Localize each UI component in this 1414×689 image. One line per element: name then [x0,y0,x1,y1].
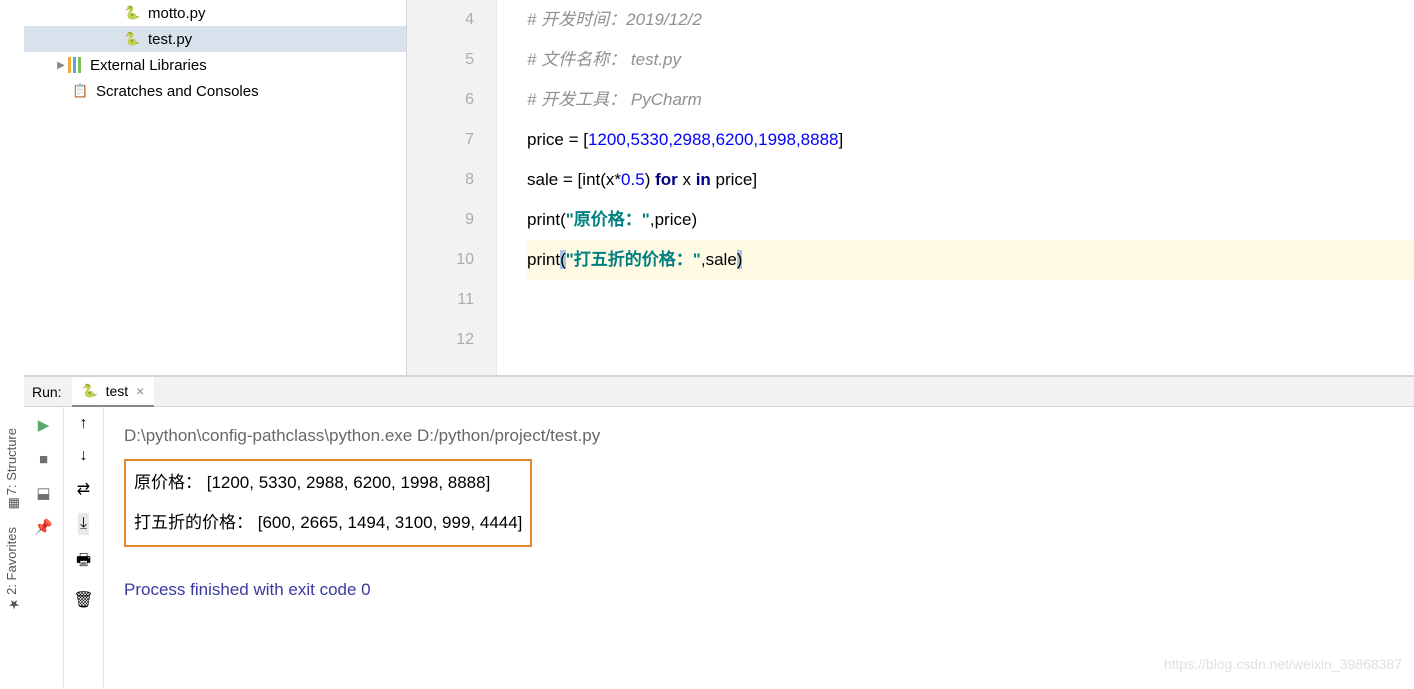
structure-tool-tab[interactable]: ▦7: Structure [0,420,23,519]
chevron-right-icon: ▶ [54,60,68,71]
console-line: 原价格： [1200, 5330, 2988, 6200, 1998, 8888… [134,463,522,503]
tree-external-libraries[interactable]: ▶ External Libraries [24,52,406,78]
close-icon[interactable]: × [136,383,144,399]
rerun-icon[interactable]: ▶ [34,415,54,435]
tree-label: motto.py [148,5,206,22]
scroll-to-end-icon[interactable]: ⤓ [78,513,89,535]
output-highlight-box: 原价格： [1200, 5330, 2988, 6200, 1998, 8888… [124,459,532,547]
code-content[interactable]: # 开发时间：2019/12/2 # 文件名称： test.py # 开发工具：… [497,0,1414,375]
favorites-tool-tab[interactable]: ★2: Favorites [0,519,23,619]
run-tab-label: test [106,383,129,399]
softwrap-icon[interactable]: ⇄ [77,479,90,499]
project-sidebar: motto.py test.py ▶ External Libraries Sc… [24,0,407,376]
code-editor[interactable]: 4 5 6 7 8 9 10 11 12 # 开发时间：2019/12/2 # … [407,0,1414,376]
python-file-icon [82,382,100,400]
run-label: Run: [32,384,62,400]
favorites-icon: ★ [6,599,18,611]
python-file-icon [124,4,142,22]
tree-file-motto[interactable]: motto.py [24,0,406,26]
pin-icon[interactable]: 📌 [34,517,54,537]
down-icon[interactable]: ↓ [80,447,88,465]
console-command: D:\python\config-pathclass\python.exe D:… [124,415,1394,457]
run-header: Run: test × [24,377,1414,407]
up-icon[interactable]: ↑ [80,415,88,433]
console-exit-line: Process finished with exit code 0 [124,569,1394,611]
editor-area: motto.py test.py ▶ External Libraries Sc… [24,0,1414,376]
watermark-text: https://blog.csdn.net/weixin_39868387 [1164,643,1402,685]
tree-file-test[interactable]: test.py [24,26,406,52]
structure-icon: ▦ [6,499,18,511]
console-output[interactable]: D:\python\config-pathclass\python.exe D:… [104,407,1414,687]
layout-icon[interactable]: ⬓ [34,483,54,503]
run-tab[interactable]: test × [72,377,155,407]
line-gutter: 4 5 6 7 8 9 10 11 12 [407,0,497,375]
tree-scratches[interactable]: Scratches and Consoles [24,78,406,104]
tree-label: Scratches and Consoles [96,83,259,100]
run-toolbar-secondary: ↑ ↓ ⇄ ⤓ 🖶 🗑 [64,407,104,687]
scratches-icon [72,82,90,100]
print-icon[interactable]: 🖶 [76,549,91,576]
console-line: 打五折的价格： [600, 2665, 1494, 3100, 999, 444… [134,503,522,543]
tree-label: External Libraries [90,57,207,74]
libraries-icon [68,57,86,73]
python-file-icon [124,30,142,48]
run-toolbar-primary: ▶ ■ ⬓ 📌 [24,407,64,687]
tree-label: test.py [148,31,192,48]
run-panel: Run: test × ▶ ■ ⬓ 📌 ↑ ↓ ⇄ ⤓ 🖶 🗑 D:\pytho… [24,376,1414,687]
trash-icon[interactable]: 🗑 [73,590,93,610]
stop-icon[interactable]: ■ [34,449,54,469]
